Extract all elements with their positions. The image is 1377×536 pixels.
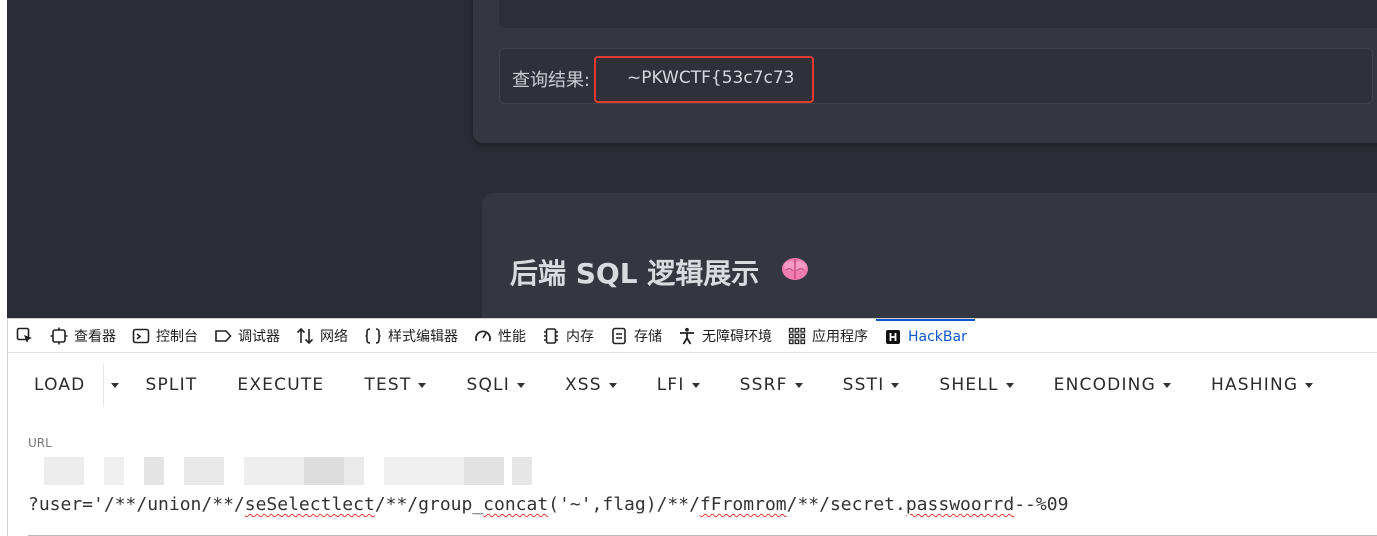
encoding-menu[interactable]: ENCODING — [1034, 359, 1191, 411]
url-segment-misspelled: fFromrom — [699, 494, 787, 515]
shell-label: SHELL — [939, 375, 999, 395]
xss-menu[interactable]: XSS — [545, 359, 637, 411]
load-button[interactable]: LOAD — [8, 359, 103, 411]
ssrf-menu[interactable]: SSRF — [720, 359, 823, 411]
url-segment: ('~',flag)/**/ — [548, 494, 700, 515]
chevron-down-icon — [110, 382, 119, 388]
element-picker-button[interactable] — [8, 319, 42, 353]
tab-inspector[interactable]: 查看器 — [42, 319, 124, 353]
chevron-down-icon — [516, 382, 525, 388]
application-icon — [788, 327, 806, 344]
chevron-down-icon — [794, 382, 803, 388]
tab-label: 存储 — [634, 328, 662, 345]
test-menu[interactable]: TEST — [344, 359, 446, 411]
url-segment: ?user='/**/union/**/ — [28, 494, 245, 515]
execute-label: EXECUTE — [237, 375, 325, 395]
storage-icon — [612, 327, 626, 344]
tab-style-editor[interactable]: 样式编辑器 — [356, 319, 466, 353]
chevron-down-icon — [418, 382, 427, 388]
ssti-menu[interactable]: SSTI — [823, 359, 920, 411]
lfi-label: LFI — [656, 375, 685, 395]
memory-icon — [544, 327, 558, 344]
devtools-panel: 查看器 控制台 调试器 网络 样式编辑器 性能 内存 存储 无障碍环境 应用程序… — [7, 318, 1377, 536]
load-label: LOAD — [34, 375, 86, 395]
result-label: 查询结果: — [512, 70, 591, 91]
tab-label: 应用程序 — [812, 328, 868, 345]
brain-icon — [782, 258, 808, 280]
devtools-tabbar: 查看器 控制台 调试器 网络 样式编辑器 性能 内存 存储 无障碍环境 应用程序… — [8, 318, 1377, 353]
tab-accessibility[interactable]: 无障碍环境 — [670, 319, 780, 353]
sql-logic-card: 后端 SQL 逻辑展示 — [482, 193, 1377, 318]
load-dropdown-button[interactable] — [103, 363, 125, 407]
test-label: TEST — [364, 375, 412, 395]
encoding-label: ENCODING — [1053, 375, 1156, 395]
hashing-label: HASHING — [1210, 375, 1299, 395]
url-input[interactable]: ?user='/**/union/**/seSelectlect/**/grou… — [28, 494, 1068, 515]
tab-label: 无障碍环境 — [702, 328, 772, 345]
shell-menu[interactable]: SHELL — [919, 359, 1033, 411]
tab-label: 性能 — [498, 328, 526, 345]
sqli-menu[interactable]: SQLI — [446, 359, 544, 411]
console-icon — [132, 328, 150, 343]
chevron-down-icon — [1162, 382, 1171, 388]
tab-label: 内存 — [566, 328, 594, 345]
window-edge — [0, 0, 7, 318]
tab-network[interactable]: 网络 — [288, 319, 356, 353]
ssti-label: SSTI — [842, 375, 885, 395]
url-segment: --%09 — [1014, 494, 1069, 515]
lfi-menu[interactable]: LFI — [637, 359, 720, 411]
element-picker-icon — [16, 327, 32, 343]
network-icon — [296, 327, 314, 344]
query-input-box[interactable] — [499, 0, 1377, 28]
tab-label: 样式编辑器 — [388, 328, 458, 345]
execute-button[interactable]: EXECUTE — [217, 359, 344, 411]
tab-label: HackBar — [908, 328, 967, 345]
url-segment: /**/group_ — [374, 494, 484, 515]
hackbar-icon — [886, 329, 900, 344]
tab-label: 查看器 — [74, 328, 116, 345]
debugger-icon — [215, 329, 232, 342]
inspector-icon — [50, 327, 68, 344]
chevron-down-icon — [1005, 382, 1014, 388]
chevron-down-icon — [608, 382, 617, 388]
url-segment-misspelled: seSelectlect — [244, 494, 375, 515]
performance-icon — [475, 330, 491, 341]
tab-label: 调试器 — [238, 328, 280, 345]
tab-application[interactable]: 应用程序 — [780, 319, 876, 353]
tab-hackbar[interactable]: HackBar — [876, 318, 975, 353]
hackbar-toolbar: LOAD SPLIT EXECUTE TEST SQLI XSS LFI SSR… — [8, 353, 1377, 417]
webpage-viewport: 查询结果: ~PKWCTF{53c7c73 后端 SQL 逻辑展示 — [0, 0, 1377, 318]
chevron-down-icon — [691, 382, 700, 388]
split-button[interactable]: SPLIT — [125, 359, 217, 411]
tab-memory[interactable]: 内存 — [534, 319, 602, 353]
xss-label: XSS — [564, 375, 602, 395]
tab-label: 控制台 — [156, 328, 198, 345]
split-label: SPLIT — [145, 375, 198, 395]
result-highlight-box — [594, 56, 814, 103]
tab-storage[interactable]: 存储 — [602, 319, 670, 353]
tab-performance[interactable]: 性能 — [466, 319, 534, 353]
hashing-menu[interactable]: HASHING — [1191, 359, 1333, 411]
accessibility-icon — [680, 327, 694, 344]
url-segment-misspelled: passwoorrd — [905, 494, 1015, 515]
chevron-down-icon — [1305, 382, 1314, 388]
url-segment: /**/secret. — [786, 494, 906, 515]
url-field-label: URL — [28, 436, 52, 450]
tab-label: 网络 — [320, 328, 348, 345]
ssrf-label: SSRF — [739, 375, 788, 395]
style-editor-icon — [365, 327, 381, 344]
sqli-label: SQLI — [466, 375, 510, 395]
chevron-down-icon — [891, 382, 900, 388]
section-title: 后端 SQL 逻辑展示 — [510, 257, 760, 290]
url-segment-misspelled: concat — [483, 494, 549, 515]
tab-debugger[interactable]: 调试器 — [206, 319, 288, 353]
redacted-url-host — [44, 457, 544, 485]
tab-console[interactable]: 控制台 — [124, 319, 206, 353]
